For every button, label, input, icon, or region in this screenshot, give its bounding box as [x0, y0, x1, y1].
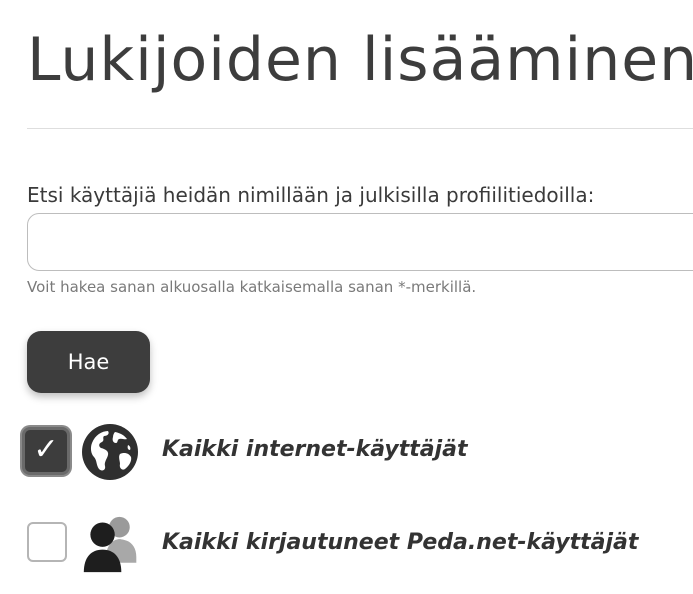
- page: Lukijoiden lisääminen Etsi käyttäjiä hei…: [0, 0, 693, 594]
- internet-users-label: Kaikki internet-käyttäjät: [162, 437, 468, 462]
- search-input[interactable]: [27, 213, 693, 271]
- option-internet-users[interactable]: ✓ Kaikki internet-käyttäjät: [22, 419, 693, 483]
- search-button[interactable]: Hae: [27, 331, 150, 393]
- peda-users-checkbox[interactable]: [27, 522, 67, 562]
- checkmark-icon: ✓: [33, 432, 59, 467]
- users-icon: [83, 516, 137, 573]
- search-hint: Voit hakea sanan alkuosalla katkaisemall…: [27, 278, 477, 296]
- globe-icon: [82, 424, 138, 480]
- title-divider: [27, 128, 693, 129]
- search-label: Etsi käyttäjiä heidän nimillään ja julki…: [27, 183, 595, 207]
- option-peda-users[interactable]: Kaikki kirjautuneet Peda.net-käyttäjät: [22, 512, 693, 576]
- internet-users-checkbox[interactable]: ✓: [22, 427, 70, 475]
- peda-users-label: Kaikki kirjautuneet Peda.net-käyttäjät: [162, 530, 639, 555]
- page-title: Lukijoiden lisääminen: [27, 25, 693, 95]
